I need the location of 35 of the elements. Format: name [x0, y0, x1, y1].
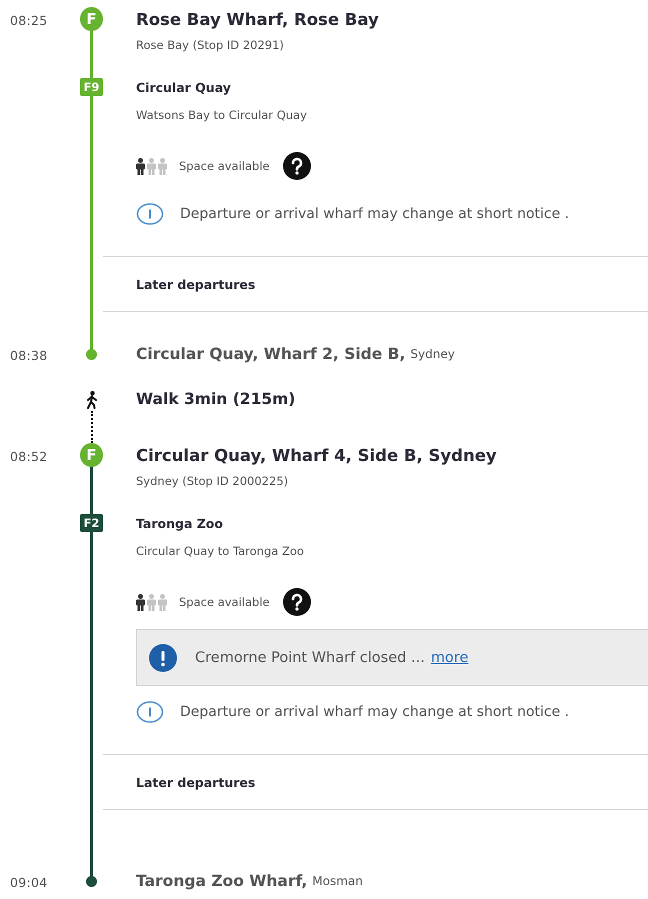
alert-icon [149, 644, 177, 672]
later-departures-link[interactable]: Later departures [136, 774, 256, 790]
occupancy-label: Space available [179, 159, 270, 173]
arrival-stop-name: Taronga Zoo Wharf, [136, 872, 308, 890]
arrival-time: 09:04 [9, 874, 48, 890]
info-icon [136, 701, 164, 723]
help-icon[interactable] [282, 152, 311, 180]
info-icon [136, 203, 164, 225]
more-link[interactable]: more [430, 650, 468, 666]
stop-detail: Sydney (Stop ID 2000225) [136, 474, 288, 488]
route-badge: F9 [80, 78, 104, 96]
walk-instruction: Walk 3min (215m) [136, 389, 296, 409]
arrival-stop-name: Circular Quay, Wharf 2, Side B, [136, 345, 406, 363]
stop-detail: Rose Bay (Stop ID 20291) [136, 38, 284, 52]
route-description: Circular Quay to Taronga Zoo [136, 544, 304, 558]
walking-person-icon [84, 391, 98, 409]
later-departures-link[interactable]: Later departures [136, 276, 256, 292]
suburb-name: Sydney [410, 347, 455, 361]
stop-name: Circular Quay, Wharf 4, Side B, Sydney [136, 446, 497, 464]
stop-name: Rose Bay Wharf, Rose Bay [136, 10, 379, 28]
notice-text: Departure or arrival wharf may change at short notice . [180, 206, 570, 222]
help-icon[interactable] [282, 588, 311, 616]
notice-text: Departure or arrival wharf may change at short notice . [180, 704, 570, 720]
route-name: Circular Quay [136, 80, 231, 94]
occupancy-label: Space available [179, 595, 270, 609]
route-badge: F2 [80, 514, 104, 532]
route-name: Taronga Zoo [136, 516, 223, 530]
arrival-time: 08:38 [9, 348, 48, 362]
ferry-mode-badge: F [80, 443, 103, 467]
ferry-mode-badge: F [80, 7, 103, 31]
departure-time: 08:52 [9, 448, 48, 464]
departure-time: 08:25 [9, 12, 48, 28]
alert-text: Cremorne Point Wharf closed ... [195, 650, 425, 666]
route-description: Watsons Bay to Circular Quay [136, 108, 307, 122]
suburb-name: Mosman [312, 874, 363, 888]
